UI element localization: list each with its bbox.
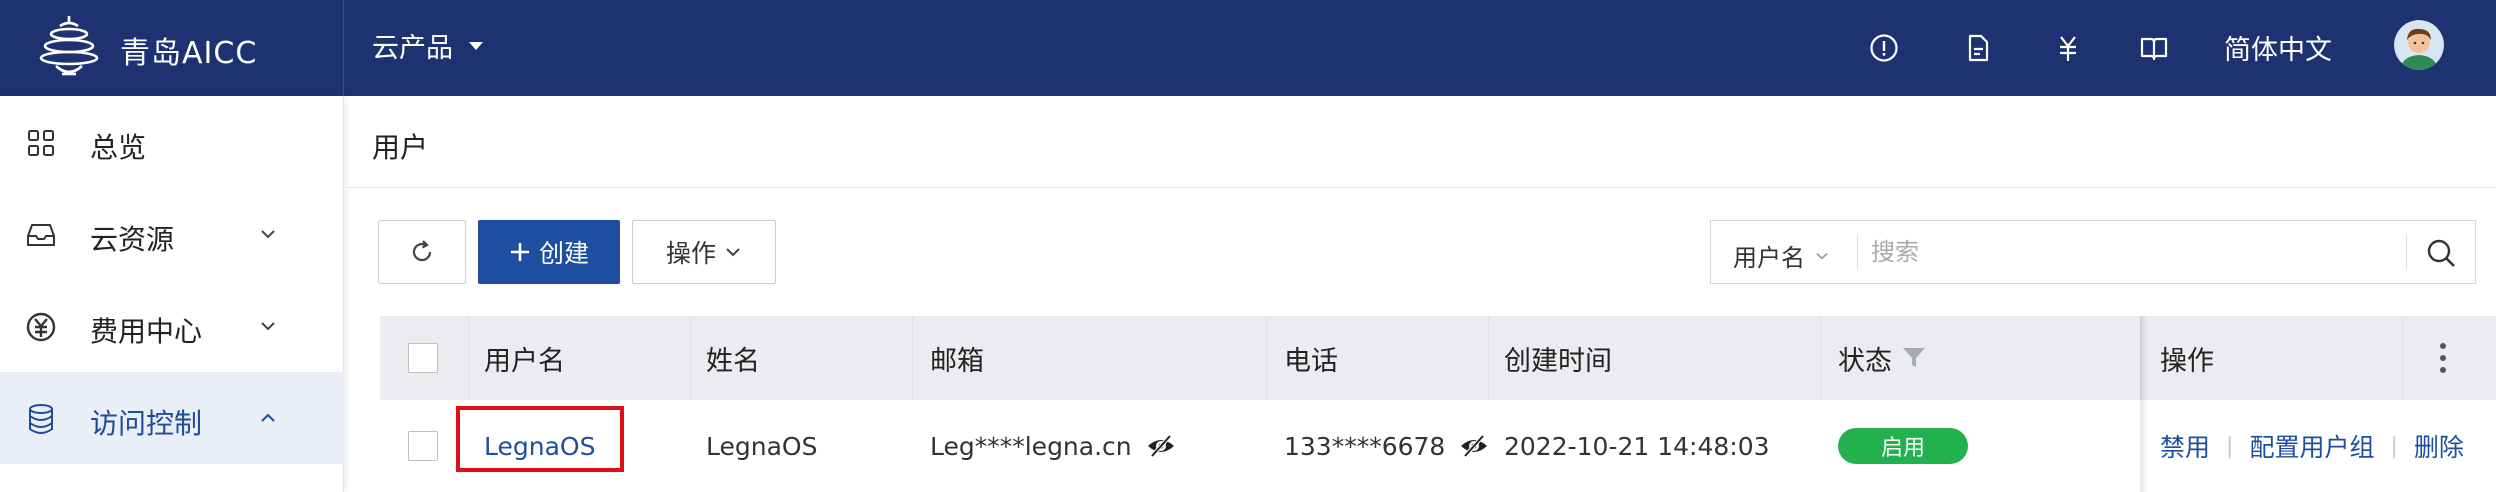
phone-value: 133****6678 <box>1284 431 1446 461</box>
column-settings-button[interactable] <box>2438 316 2448 400</box>
filter-icon[interactable] <box>1902 347 1926 369</box>
create-label: 创建 <box>538 239 589 268</box>
status-badge: 启用 <box>1838 428 1968 464</box>
column-header-actions: 操作 <box>2160 345 2214 377</box>
select-all-cell <box>408 316 438 400</box>
more-vertical-icon <box>2440 343 2446 373</box>
column-header-status-label: 状态 <box>1838 345 1892 377</box>
sidebar-item-label: 费用中心 <box>90 315 203 348</box>
avatar[interactable] <box>2394 20 2444 70</box>
search-field-label: 用户名 <box>1733 244 1805 272</box>
sidebar-item-billing[interactable]: 费用中心 <box>0 280 344 372</box>
alert-icon[interactable] <box>1866 30 1902 66</box>
delete-link[interactable]: 删除 <box>2414 428 2464 464</box>
database-icon <box>29 404 53 434</box>
chevron-down-icon <box>261 322 275 331</box>
sidebar-item-label: 云资源 <box>90 223 175 256</box>
yen-circle-icon <box>26 312 56 342</box>
column-header-created[interactable]: 创建时间 <box>1504 316 1612 400</box>
divider <box>1857 235 1858 269</box>
inbox-icon <box>27 224 55 246</box>
name-cell: LegnaOS <box>706 431 818 461</box>
column-header-username[interactable]: 用户名 <box>484 316 565 400</box>
yuan-icon[interactable] <box>2050 30 2086 66</box>
email-value: Leg****legna.cn <box>930 431 1132 461</box>
configure-user-group-link[interactable]: 配置用户组 <box>2249 428 2374 464</box>
cloud-products-label: 云产品 <box>372 33 453 64</box>
sidebar-item-label: 总览 <box>90 131 147 164</box>
document-icon[interactable] <box>1960 30 1996 66</box>
refresh-icon <box>412 240 432 262</box>
status-cell: 启用 <box>1838 400 1968 492</box>
language-selector[interactable]: 简体中文 <box>2224 28 2332 67</box>
search-input[interactable] <box>1871 231 2411 273</box>
page-title: 用户 <box>372 131 429 164</box>
column-header-phone[interactable]: 电话 <box>1284 316 1338 400</box>
brand-name: 青岛AICC <box>120 36 258 71</box>
search-icon[interactable] <box>2423 235 2459 271</box>
top-navigation-bar: 青岛AICC 云产品 简体中文 <box>0 0 2496 96</box>
actions-label: 操作 <box>665 239 716 268</box>
email-cell: Leg****legna.cn <box>930 400 1176 492</box>
create-button[interactable]: 创建 <box>478 220 620 284</box>
table-header: 用户名 姓名 邮箱 电话 创建时间 状态 操作 <box>380 316 2496 400</box>
sidebar: 总览 云资源 费用中心 访问控制 <box>0 96 344 492</box>
row-select-cell <box>408 400 438 492</box>
refresh-button[interactable] <box>378 220 466 284</box>
plus-icon <box>510 243 529 261</box>
column-header-name[interactable]: 姓名 <box>706 316 760 400</box>
logo-icon <box>39 16 99 76</box>
fixed-column-shadow <box>2140 316 2148 492</box>
grid-icon <box>28 130 54 156</box>
table-row: LegnaOS LegnaOS Leg****legna.cn 133****6… <box>380 400 2496 492</box>
caret-down-icon <box>469 41 483 50</box>
chevron-down-icon <box>1816 252 1828 260</box>
cloud-products-menu[interactable]: 云产品 <box>372 26 483 65</box>
username-link[interactable]: LegnaOS <box>484 400 595 492</box>
chevron-up-icon <box>261 413 275 422</box>
row-actions: 禁用 | 配置用户组 | 删除 <box>2160 400 2464 492</box>
sidebar-item-access-control[interactable]: 访问控制 <box>0 372 344 464</box>
sidebar-item-label: 访问控制 <box>90 407 203 440</box>
search-box: 用户名 <box>1710 220 2476 284</box>
sidebar-item-overview[interactable]: 总览 <box>0 96 344 188</box>
sidebar-item-cloud-resources[interactable]: 云资源 <box>0 188 344 280</box>
separator: | <box>2226 433 2234 459</box>
row-checkbox[interactable] <box>408 431 438 461</box>
select-all-checkbox[interactable] <box>408 343 438 373</box>
book-icon[interactable] <box>2136 30 2172 66</box>
disable-link[interactable]: 禁用 <box>2160 428 2210 464</box>
eye-off-icon[interactable] <box>1146 431 1176 461</box>
column-header-email[interactable]: 邮箱 <box>930 316 984 400</box>
created-time-cell: 2022-10-21 14:48:03 <box>1504 431 1770 461</box>
chevron-down-icon <box>726 248 740 257</box>
chevron-down-icon <box>261 230 275 239</box>
brand[interactable]: 青岛AICC <box>0 0 344 96</box>
actions-dropdown-button[interactable]: 操作 <box>632 220 776 284</box>
phone-cell: 133****6678 <box>1284 400 1489 492</box>
eye-off-icon[interactable] <box>1459 431 1489 461</box>
divider <box>2406 235 2407 269</box>
column-header-status[interactable]: 状态 <box>1838 316 1926 400</box>
separator: | <box>2390 433 2398 459</box>
search-field-select[interactable]: 用户名 <box>1733 238 1829 273</box>
page-header: 用户 <box>346 96 2496 188</box>
